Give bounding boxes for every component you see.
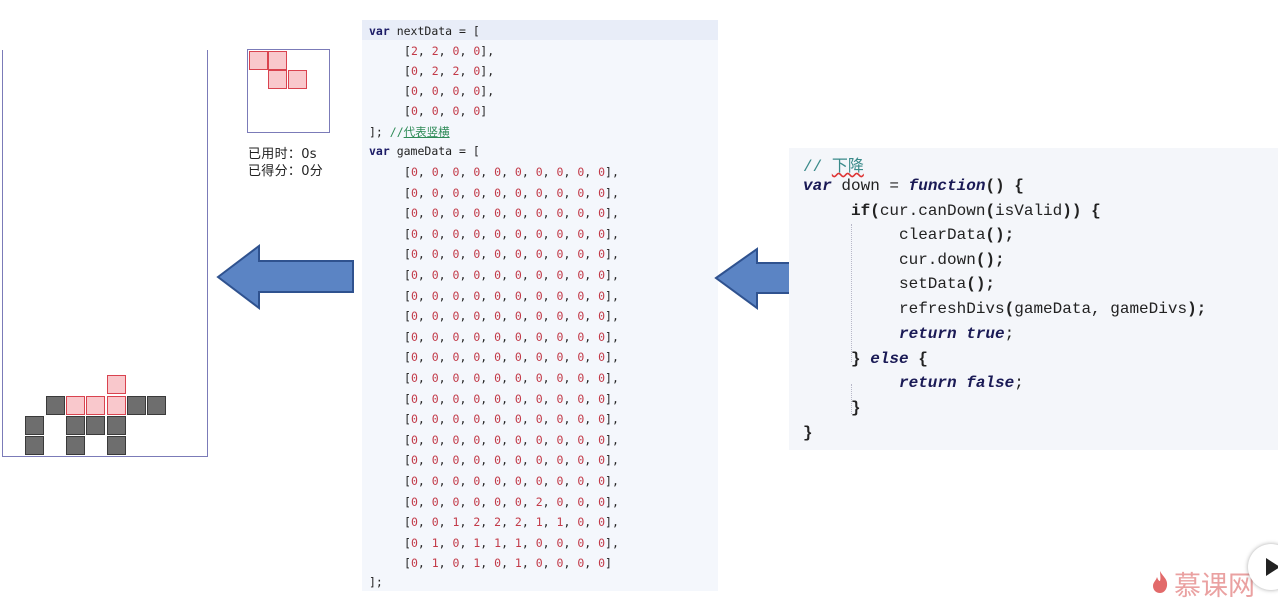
code-line: return false; [899, 374, 1024, 392]
code-line: refreshDivs(gameData, gameDivs); [899, 300, 1207, 318]
video-play-button[interactable] [1248, 544, 1278, 590]
next-data-row: [2, 2, 0, 0], [404, 44, 495, 58]
next-data-footer: ]; //代表竖横 [369, 125, 450, 139]
game-data-footer: ]; [369, 575, 383, 589]
data-code-panel: var nextData = [ [2, 2, 0, 0], [0, 2, 2, … [362, 20, 718, 591]
game-data-row: [0, 0, 0, 0, 0, 0, 0, 0, 0, 0], [404, 185, 619, 200]
game-data-row: [0, 0, 0, 0, 0, 0, 0, 0, 0, 0], [404, 247, 619, 262]
code-line: var down = function() { [803, 177, 1024, 195]
fixed-block-cell [25, 416, 44, 435]
site-watermark: 慕课网 [1174, 571, 1255, 602]
next-data-row: [0, 0, 0, 0], [404, 84, 495, 98]
game-data-row: [0, 0, 0, 0, 0, 0, 0, 0, 0, 0], [404, 288, 619, 303]
next-piece-cell [268, 70, 287, 89]
fixed-block-cell [127, 396, 146, 415]
flame-logo-icon [1153, 571, 1168, 593]
game-data-row: [0, 0, 0, 0, 0, 0, 0, 0, 0, 0], [404, 391, 619, 406]
fixed-block-cell [25, 436, 44, 455]
code-line: } else { [851, 350, 928, 368]
next-piece-cell [288, 70, 307, 89]
game-data-row: [0, 0, 0, 0, 0, 0, 2, 0, 0, 0], [404, 494, 619, 509]
game-data-row: [0, 0, 0, 0, 0, 0, 0, 0, 0, 0], [404, 165, 619, 179]
game-data-row: [0, 1, 0, 1, 0, 1, 0, 0, 0, 0] [404, 556, 612, 571]
fixed-block-cell [66, 436, 85, 455]
left-arrow-icon [216, 244, 354, 310]
game-data-row: [0, 0, 0, 0, 0, 0, 0, 0, 0, 0], [404, 268, 619, 282]
game-board [2, 50, 208, 457]
active-block-cell [107, 375, 126, 394]
fixed-block-cell [107, 416, 126, 435]
game-data-row: [0, 0, 0, 0, 0, 0, 0, 0, 0, 0], [404, 309, 619, 324]
code-line: if(cur.canDown(isValid)) { [851, 202, 1101, 220]
game-data-header: var gameData = [ [369, 144, 480, 158]
game-data-row: [0, 0, 0, 0, 0, 0, 0, 0, 0, 0], [404, 206, 619, 221]
code-line: cur.down(); [899, 251, 1005, 269]
game-data-row: [0, 0, 0, 0, 0, 0, 0, 0, 0, 0], [404, 474, 619, 488]
next-data-header: var nextData = [ [369, 24, 480, 38]
game-data-row: [0, 0, 0, 0, 0, 0, 0, 0, 0, 0], [404, 412, 619, 427]
fixed-block-cell [86, 416, 105, 435]
down-comment: // 下降 [803, 158, 864, 176]
indent-guide [851, 224, 852, 362]
game-data-row: [0, 0, 0, 0, 0, 0, 0, 0, 0, 0], [404, 371, 619, 385]
fixed-block-cell [107, 436, 126, 455]
game-data-row: [0, 1, 0, 1, 1, 1, 0, 0, 0, 0], [404, 535, 619, 550]
score-label: 已得分：0分 [248, 164, 324, 179]
code-line: } [803, 424, 813, 442]
next-piece-cell [268, 51, 287, 70]
play-icon [1266, 558, 1278, 576]
game-data-row: [0, 0, 0, 0, 0, 0, 0, 0, 0, 0], [404, 226, 619, 241]
next-data-row: [0, 0, 0, 0] [404, 104, 488, 118]
active-block-cell [107, 396, 126, 415]
fixed-block-cell [46, 396, 65, 415]
down-function-panel: // 下降 var down = function() { if(cur.can… [789, 148, 1278, 450]
active-block-cell [66, 396, 85, 415]
fixed-block-cell [66, 416, 85, 435]
game-data-row: [0, 0, 0, 0, 0, 0, 0, 0, 0, 0], [404, 453, 619, 468]
code-line: return true; [899, 325, 1015, 343]
code-line: } [851, 399, 861, 417]
game-data-row: [0, 0, 1, 2, 2, 2, 1, 1, 0, 0], [404, 515, 619, 530]
game-data-row: [0, 0, 0, 0, 0, 0, 0, 0, 0, 0], [404, 329, 619, 344]
next-piece-cell [249, 51, 268, 70]
game-data-row: [0, 0, 0, 0, 0, 0, 0, 0, 0, 0], [404, 432, 619, 447]
next-piece-preview [247, 49, 330, 133]
code-line: clearData(); [899, 226, 1015, 244]
active-block-cell [86, 396, 105, 415]
game-data-row: [0, 0, 0, 0, 0, 0, 0, 0, 0, 0], [404, 350, 619, 365]
next-data-comment: 代表竖横 [403, 125, 450, 139]
next-data-row: [0, 2, 2, 0], [404, 64, 495, 78]
fixed-block-cell [147, 396, 166, 415]
code-line: setData(); [899, 275, 996, 293]
